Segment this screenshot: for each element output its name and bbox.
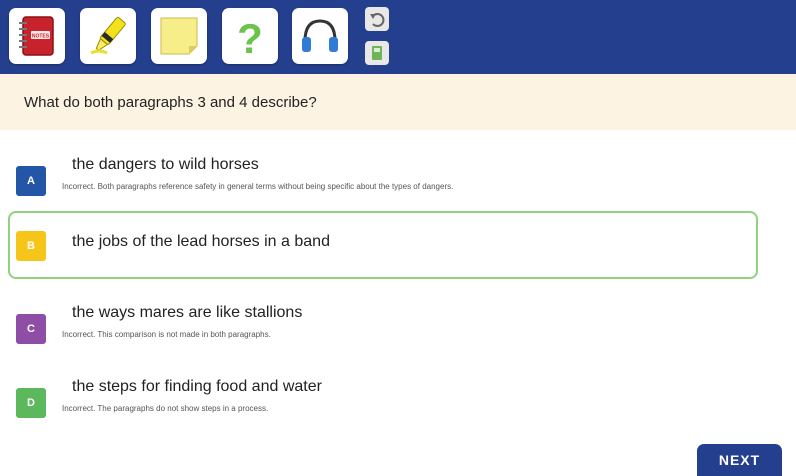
audio-button[interactable] xyxy=(292,8,348,64)
notebook-icon: NOTES xyxy=(19,16,54,56)
option-a-badge: A xyxy=(16,166,46,196)
toolbar: NOTES ? xyxy=(0,0,796,74)
sticky-note-icon xyxy=(160,17,198,55)
option-c-text: the ways mares are like stallions xyxy=(72,304,303,321)
option-a-feedback: Incorrect. Both paragraphs reference saf… xyxy=(62,182,454,191)
option-c-feedback: Incorrect. This comparison is not made i… xyxy=(62,330,271,339)
headphones-icon xyxy=(302,19,338,52)
option-d-feedback: Incorrect. The paragraphs do not show st… xyxy=(62,404,269,413)
highlighter-button[interactable] xyxy=(80,8,136,64)
undo-icon xyxy=(370,13,385,27)
option-c[interactable]: C the ways mares are like stallions Inco… xyxy=(8,296,758,364)
question-text: What do both paragraphs 3 and 4 describe… xyxy=(24,94,317,111)
undo-button[interactable] xyxy=(365,7,389,31)
help-button[interactable]: ? xyxy=(222,8,278,64)
notebook-button[interactable]: NOTES xyxy=(9,8,65,64)
save-button[interactable] xyxy=(365,41,389,65)
help-icon: ? xyxy=(237,15,263,59)
save-icon xyxy=(372,46,382,60)
svg-text:?: ? xyxy=(237,15,263,59)
option-a[interactable]: A the dangers to wild horses Incorrect. … xyxy=(8,148,758,216)
option-d[interactable]: D the steps for finding food and water I… xyxy=(8,370,758,438)
option-d-badge: D xyxy=(16,388,46,418)
option-b-text: the jobs of the lead horses in a band xyxy=(72,233,330,250)
option-a-text: the dangers to wild horses xyxy=(72,156,259,173)
sticky-note-button[interactable] xyxy=(151,8,207,64)
question-bar: What do both paragraphs 3 and 4 describe… xyxy=(0,74,796,130)
option-b-badge: B xyxy=(16,231,46,261)
next-button[interactable]: NEXT xyxy=(697,444,782,476)
option-c-badge: C xyxy=(16,314,46,344)
svg-text:NOTES: NOTES xyxy=(32,34,50,40)
option-d-text: the steps for finding food and water xyxy=(72,378,322,395)
highlighter-icon xyxy=(90,17,126,55)
option-b[interactable]: B the jobs of the lead horses in a band xyxy=(8,211,758,279)
